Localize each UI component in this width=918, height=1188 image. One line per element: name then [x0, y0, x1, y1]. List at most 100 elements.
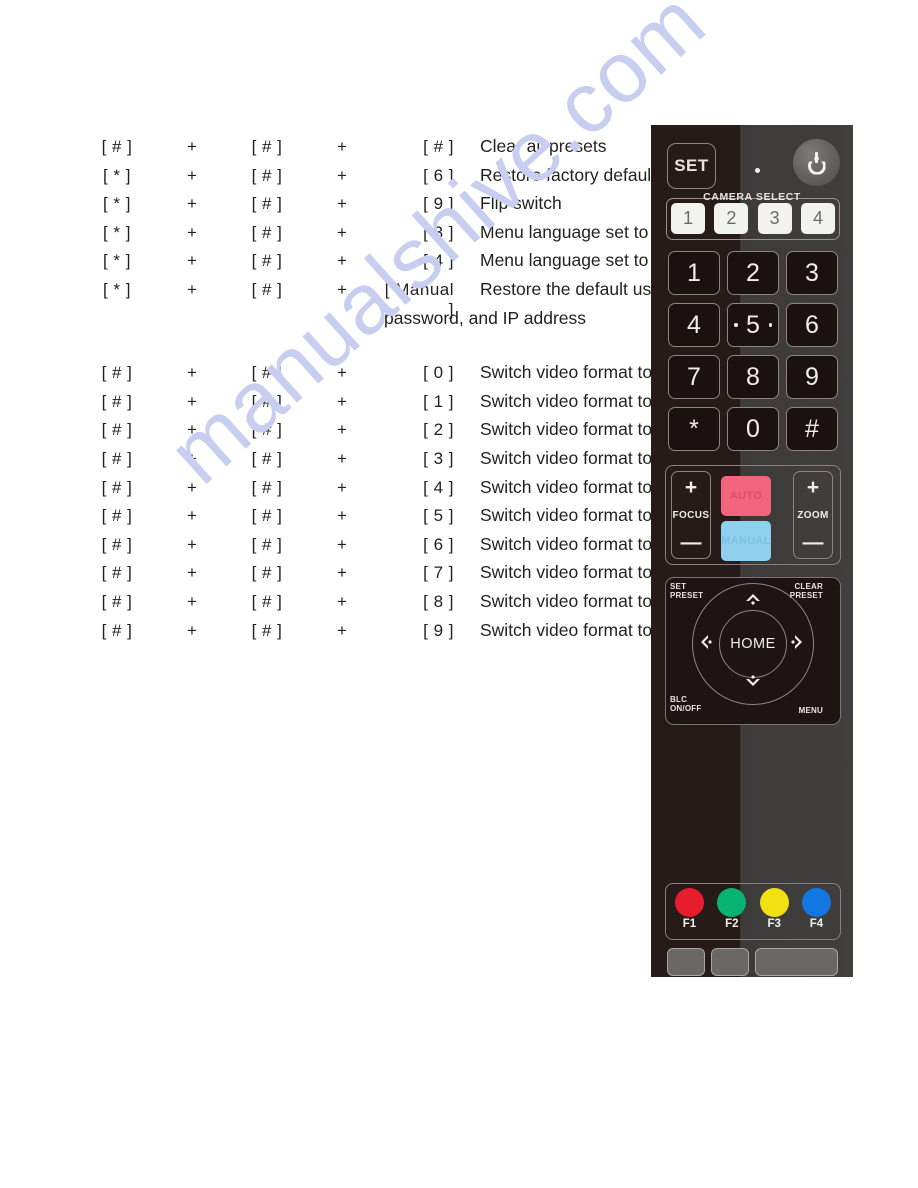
camera-select-label: CAMERA SELECT: [703, 191, 801, 203]
function-key-f3: F3: [758, 888, 791, 936]
set-button: SET: [667, 143, 716, 189]
shortcut-description: Flip switch: [480, 193, 562, 214]
remote-control-image: SET CAMERA SELECT 1 2 3 4 1 2 3 4 5 6 7 …: [651, 125, 853, 977]
shortcut-row: [ * ] + [ # ] + [ 4 ] Menu language set …: [78, 250, 725, 279]
shortcut-plus: +: [187, 363, 197, 383]
shortcut-continuation-row: password, and IP address: [78, 308, 725, 337]
keypad-key-1: 1: [668, 251, 720, 295]
shortcut-key-2: [ # ]: [251, 591, 283, 611]
shortcut-key-2: [ # ]: [251, 420, 283, 440]
focus-label: FOCUS: [672, 509, 710, 521]
shortcut-key-3: [ 5 ]: [423, 506, 454, 526]
shortcut-key-3: [ 6 ]: [423, 534, 454, 554]
focus-control: + FOCUS —: [671, 471, 711, 559]
f2-label: F2: [725, 918, 739, 930]
shortcut-plus: +: [187, 448, 197, 468]
keypad-key-0: 0: [727, 407, 779, 451]
shortcut-key-2: [ # ]: [251, 363, 283, 383]
shortcut-key-1: [ # ]: [101, 363, 133, 383]
power-icon: [807, 151, 827, 173]
shortcut-key-1: [ # ]: [101, 534, 133, 554]
shortcut-key-1: [ # ]: [101, 563, 133, 583]
function-keys-row: F1 F2 F3 F4: [673, 888, 833, 936]
keypad-key-hash: #: [786, 407, 838, 451]
zoom-control: + ZOOM —: [793, 471, 833, 559]
shortcut-key-1: [ # ]: [101, 420, 133, 440]
shortcut-plus: +: [187, 165, 197, 185]
shortcut-plus: +: [187, 137, 197, 156]
shortcut-key-2: [ # ]: [251, 534, 283, 554]
shortcut-key-3: [ 1 ]: [423, 391, 454, 411]
chevron-right-icon: [790, 633, 806, 656]
f1-label: F1: [682, 918, 697, 930]
shortcut-key-2: [ # ]: [251, 222, 283, 242]
led-indicator-icon: [755, 168, 760, 173]
shortcut-key-2: [ # ]: [251, 137, 283, 156]
shortcut-key-3: [ 9 ]: [423, 194, 454, 214]
f4-label: F4: [809, 918, 824, 930]
shortcut-key-1: [ # ]: [101, 391, 133, 411]
shortcut-row: [ # ] + [ # ] + [ 3 ] Switch video forma…: [78, 448, 725, 477]
shortcut-plus: +: [337, 222, 347, 242]
shortcut-key-1: [ * ]: [102, 251, 131, 271]
shortcut-key-1: [ * ]: [102, 194, 131, 214]
shortcut-row: [ * ] + [ # ] + [ 3 ] Menu language set …: [78, 222, 725, 251]
shortcut-plus: +: [187, 506, 197, 526]
f1-color-dot: [675, 888, 704, 917]
f3-label: F3: [767, 918, 781, 930]
shortcut-row: [ # ] + [ # ] + [ 6 ] Switch video forma…: [78, 534, 726, 563]
shortcut-key-1: [ * ]: [102, 222, 131, 242]
shortcut-row: [ * ] + [ # ] + [ Manual ] Restore the d…: [78, 279, 725, 319]
shortcut-row: [ # ] + [ # ] + [ 4 ] Switch video forma…: [78, 477, 725, 506]
camera-select-button-3: 3: [757, 203, 792, 234]
power-button: [793, 139, 840, 186]
shortcut-row: [ * ] + [ # ] + [ 6 ] Restore factory de…: [78, 165, 725, 194]
shortcut-plus: +: [337, 448, 347, 468]
numeric-keypad: 1 2 3 4 5 6 7 8 9 * 0 #: [668, 251, 838, 451]
shortcut-plus: +: [187, 194, 197, 214]
blank-button-1: [667, 948, 705, 976]
shortcut-key-3: [ 2 ]: [423, 420, 454, 440]
keypad-key-4: 4: [668, 303, 720, 347]
shortcut-plus: +: [337, 563, 347, 583]
shortcut-key-3: [ 0 ]: [423, 363, 454, 383]
camera-select-button-2: 2: [714, 203, 749, 234]
shortcut-plus: +: [337, 251, 347, 271]
shortcut-key-3: [ 6 ]: [423, 165, 454, 185]
shortcut-key-2: [ # ]: [251, 477, 283, 497]
shortcut-key-2: [ # ]: [251, 620, 283, 640]
shortcut-key-1: [ # ]: [101, 591, 133, 611]
zoom-minus-button: —: [802, 531, 824, 554]
blank-button-3: [755, 948, 838, 976]
shortcut-row: [ # ] + [ # ] + [ 7 ] Switch video forma…: [78, 562, 726, 591]
shortcut-plus: +: [337, 620, 347, 640]
shortcut-plus: +: [337, 477, 347, 497]
blank-button-2: [711, 948, 749, 976]
shortcut-key-3: [ 3 ]: [423, 222, 454, 242]
shortcut-plus: +: [337, 506, 347, 526]
shortcut-plus: +: [187, 563, 197, 583]
chevron-down-icon: [744, 674, 762, 695]
shortcut-key-1: [ # ]: [101, 620, 133, 640]
shortcut-description: Clear all presets: [480, 136, 607, 156]
zoom-plus-button: +: [806, 476, 820, 499]
shortcut-row: [ # ] + [ # ] + [ 5 ] Switch video forma…: [78, 505, 725, 534]
shortcut-table: [ # ] + [ # ] + [ # ] Clear all presets …: [78, 136, 726, 648]
shortcut-key-3: [ # ]: [423, 137, 454, 156]
keypad-key-star: *: [668, 407, 720, 451]
shortcut-plus: +: [337, 165, 347, 185]
shortcut-plus: +: [187, 222, 197, 242]
shortcut-key-1: [ # ]: [101, 137, 133, 156]
shortcut-key-2: [ # ]: [251, 165, 283, 185]
shortcut-key-2: [ # ]: [251, 448, 283, 468]
shortcut-description-continued: password, and IP address: [384, 307, 587, 328]
shortcut-key-3: [ 3 ]: [423, 448, 454, 468]
shortcut-row: [ # ] + [ # ] + [ 0 ] Switch video forma…: [78, 362, 726, 391]
clear-preset-line-2: PRESET: [789, 590, 823, 600]
shortcut-plus: +: [337, 534, 347, 554]
function-key-f4: F4: [800, 888, 833, 936]
camera-select-row: 1 2 3 4: [671, 203, 835, 236]
manual-button: MANUAL: [721, 521, 771, 561]
set-preset-label: SET PRESET: [670, 582, 703, 601]
keypad-key-3: 3: [786, 251, 838, 295]
